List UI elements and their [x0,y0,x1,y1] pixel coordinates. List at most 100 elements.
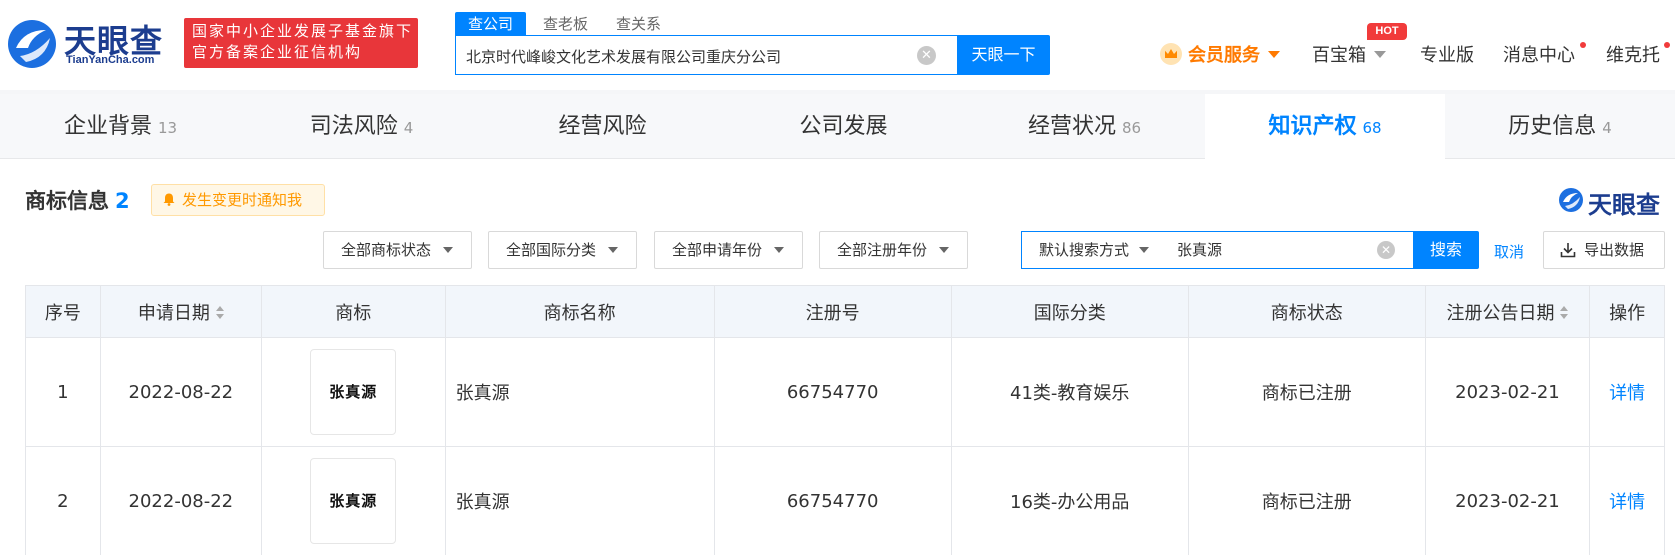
cell-action: 详情 [1589,337,1665,447]
cell-status: 商标已注册 [1187,337,1426,447]
official-badge: 国家中小企业发展子基金旗下 官方备案企业征信机构 [184,18,418,68]
filter-label: 全部国际分类 [506,241,597,259]
company-search-input[interactable]: 北京时代峰峻文化艺术发展有限公司重庆分公司 ✕ [455,35,957,75]
cell-apply-date: 2022-08-22 [99,337,262,447]
cell-logo: 张真源 [260,446,446,555]
tab-judicial-risk[interactable]: 司法风险 4 [241,94,482,159]
bell-icon [163,193,175,206]
treasure-box-menu[interactable]: 百宝箱 [1312,42,1386,70]
tab-company-background[interactable]: 企业背景 13 [0,94,241,159]
trademark-search-box[interactable]: 默认搜索方式 张真源 ✕ [1021,231,1414,269]
cell-apply-date: 2022-08-22 [99,446,262,555]
search-button[interactable]: 天眼一下 [957,35,1050,75]
clear-search-icon[interactable]: ✕ [917,46,936,65]
search-mode-label: 默认搜索方式 [1039,241,1130,259]
col-header-reg-no: 注册号 [713,285,952,338]
tab-business-risk[interactable]: 经营风险 [482,94,723,159]
cell-trademark-name: 张真源 [444,337,715,447]
tab-label: 司法风险 [309,114,398,139]
treasure-label: 百宝箱 [1312,45,1366,66]
sort-icon[interactable] [215,305,224,320]
trademark-search-button[interactable]: 搜索 [1413,231,1479,269]
table-header-row: 序号 申请日期 商标 商标名称 注册号 国际分类 商标状态 注册公告日期 操作 [25,285,1665,338]
cell-trademark-name: 张真源 [444,446,715,555]
cell-no: 2 [25,446,101,555]
download-icon [1560,243,1576,258]
col-header-apply-date[interactable]: 申请日期 [99,285,262,338]
chevron-down-icon [774,247,785,253]
trademark-keyword-input[interactable]: 张真源 [1177,232,1222,268]
col-header-label: 注册公告日期 [1446,302,1555,324]
vip-service-menu[interactable]: 会员服务 [1160,42,1280,70]
cell-pub-date: 2023-02-21 [1424,337,1591,447]
detail-link[interactable]: 详情 [1609,492,1645,513]
col-header-intl-class: 国际分类 [950,285,1189,338]
tab-company-development[interactable]: 公司发展 [723,94,964,159]
tab-label: 经营风险 [558,114,647,139]
filter-label: 全部申请年份 [672,241,763,259]
watermark-brand-text: 天眼查 [1588,191,1660,219]
section-title: 商标信息 2 [25,185,130,215]
tab-search-relation[interactable]: 查关系 [616,12,661,36]
apply-year-filter[interactable]: 全部申请年份 [654,231,803,269]
chevron-down-icon [1268,51,1280,58]
cancel-search-link[interactable]: 取消 [1494,241,1524,262]
tab-count: 86 [1121,119,1142,137]
message-center-link[interactable]: 消息中心 [1503,42,1575,70]
reg-year-filter[interactable]: 全部注册年份 [819,231,968,269]
user-notice-dot [1664,42,1670,48]
tab-history-info[interactable]: 历史信息 4 [1445,94,1675,159]
section-title-text: 商标信息 [25,189,109,213]
badge-line-1: 国家中小企业发展子基金旗下 [192,22,414,40]
tab-label: 历史信息 [1508,114,1597,139]
company-search-value[interactable]: 北京时代峰峻文化艺术发展有限公司重庆分公司 [466,46,781,67]
tab-search-company[interactable]: 查公司 [455,12,527,36]
logo-url: TianYanCha.com [66,54,155,66]
notify-on-change-button[interactable]: 发生变更时通知我 [151,184,325,216]
trademark-image[interactable]: 张真源 [310,458,397,544]
tab-business-status[interactable]: 经营状况 86 [964,94,1205,159]
cell-intl-class: 41类-教育娱乐 [950,337,1189,447]
chevron-down-icon [1374,51,1386,58]
cell-logo: 张真源 [260,337,446,447]
cell-intl-class: 16类-办公用品 [950,446,1189,555]
tab-label: 公司发展 [799,114,888,139]
search-mode-select[interactable]: 默认搜索方式 [1039,232,1150,268]
user-menu[interactable]: 维克托 [1606,42,1660,70]
detail-link[interactable]: 详情 [1609,383,1645,404]
cell-reg-no: 66754770 [713,337,952,447]
table-row: 1 2022-08-22 张真源 张真源 66754770 41类-教育娱乐 商… [25,337,1665,447]
intl-class-filter[interactable]: 全部国际分类 [488,231,637,269]
table-row: 2 2022-08-22 张真源 张真源 66754770 16类-办公用品 商… [25,446,1665,555]
trademark-image[interactable]: 张真源 [310,349,397,435]
tab-label: 经营状况 [1027,114,1116,139]
tianyancha-logo[interactable]: 天眼查 TianYanCha.com [6,14,171,70]
section-count: 2 [115,189,130,213]
export-label: 导出数据 [1584,241,1645,259]
sort-icon[interactable] [1560,305,1569,320]
message-unread-dot [1580,42,1586,48]
badge-line-2: 官方备案企业征信机构 [192,43,363,61]
filter-label: 全部注册年份 [837,241,928,259]
cell-reg-no: 66754770 [713,446,952,555]
vip-label: 会员服务 [1188,45,1260,66]
col-header-action: 操作 [1589,285,1665,338]
company-section-nav: 企业背景 13 司法风险 4 经营风险 公司发展 经营状况 86 知识产权 68 历史信… [0,94,1675,159]
col-header-pub-date[interactable]: 注册公告日期 [1424,285,1591,338]
export-data-button[interactable]: 导出数据 [1543,231,1665,269]
cell-action: 详情 [1589,446,1665,555]
cell-status: 商标已注册 [1187,446,1426,555]
tab-search-boss[interactable]: 查老板 [543,12,588,36]
tab-label: 知识产权 [1268,114,1357,139]
clear-keyword-icon[interactable]: ✕ [1377,241,1395,259]
chevron-down-icon [939,247,950,253]
chevron-down-icon [1139,247,1150,253]
pro-version-link[interactable]: 专业版 [1420,42,1474,70]
trademark-status-filter[interactable]: 全部商标状态 [323,231,472,269]
tab-count: 4 [403,119,414,137]
col-header-name: 商标名称 [444,285,715,338]
tianyancha-watermark-logo: 天眼查 [1558,185,1668,219]
tab-intellectual-property[interactable]: 知识产权 68 [1205,94,1445,159]
col-header-no: 序号 [25,285,101,338]
logo-mark-icon [1559,188,1583,212]
